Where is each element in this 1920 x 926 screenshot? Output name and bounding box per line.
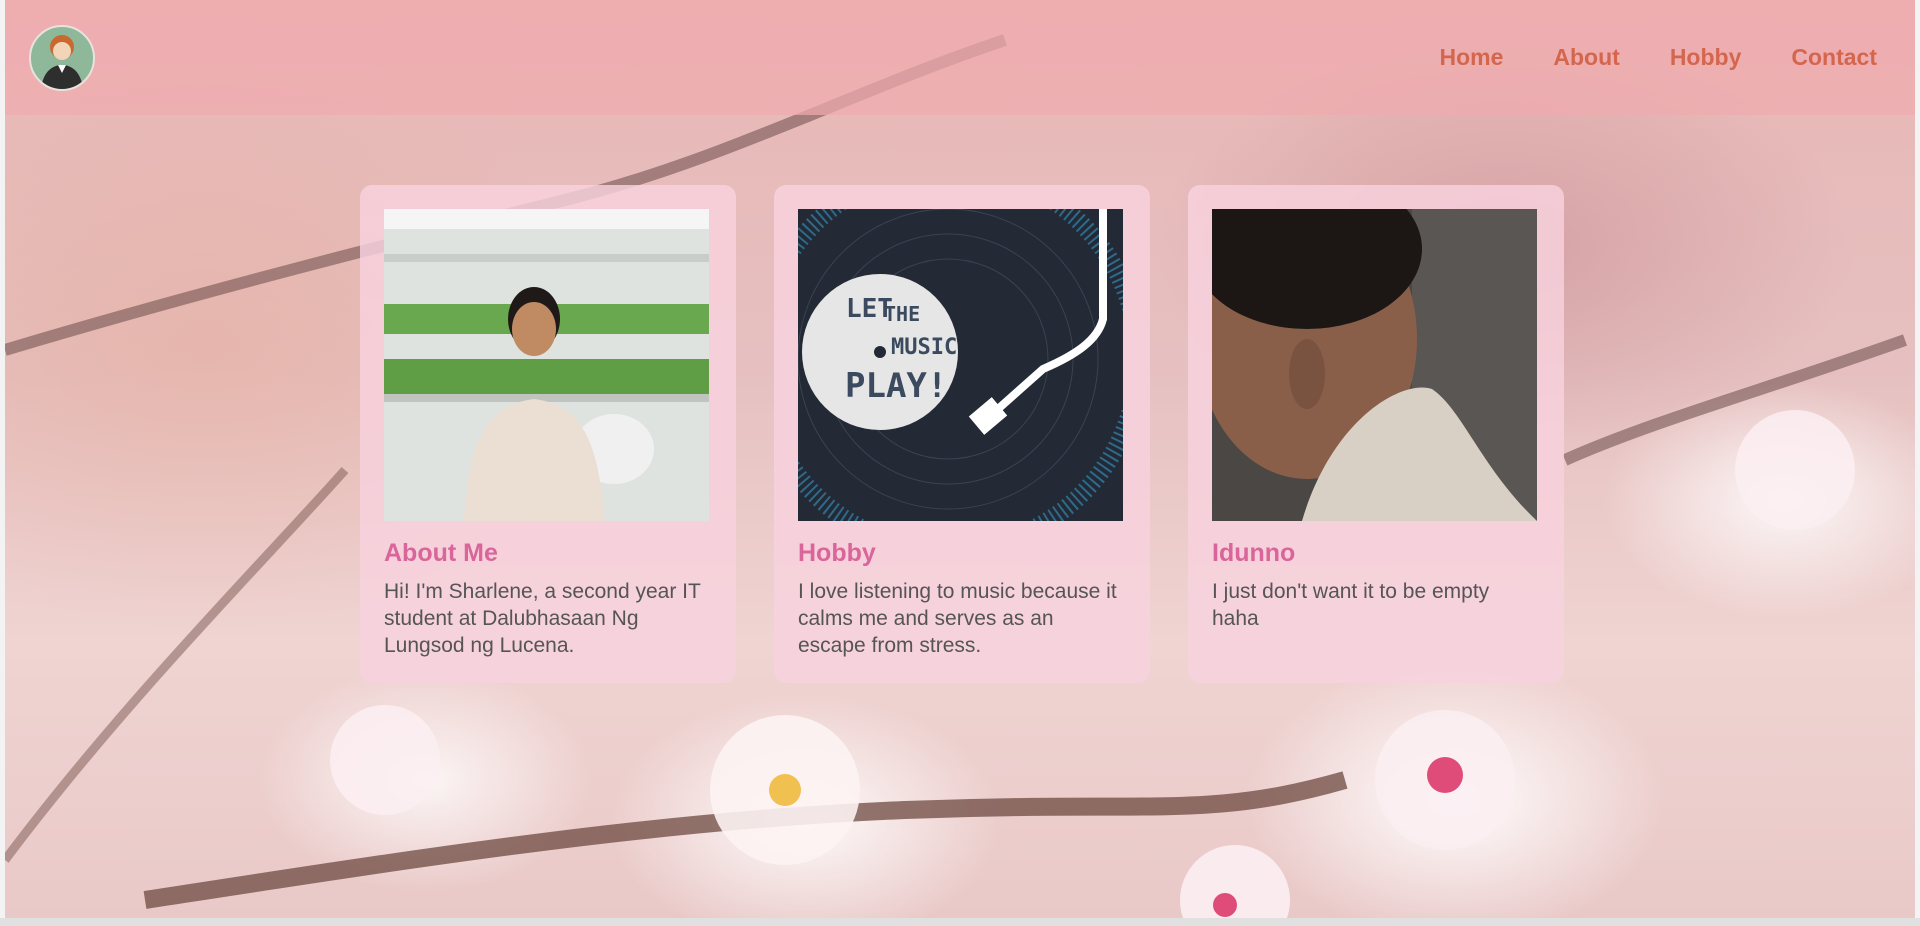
card-grid: About Me Hi! I'm Sharlene, a second year… <box>360 185 1564 683</box>
woman-avatar-icon <box>41 34 83 89</box>
hobby-card-title: Hobby <box>798 539 876 567</box>
nav-contact-link[interactable]: Contact <box>1791 44 1877 71</box>
hobby-card: LET THE MUSIC PLAY! Hobby I love listeni… <box>774 185 1150 683</box>
navbar: Home About Hobby Contact <box>5 0 1915 115</box>
nav-home-link[interactable]: Home <box>1439 44 1503 71</box>
nav-hobby-link[interactable]: Hobby <box>1670 44 1742 71</box>
svg-text:MUSIC: MUSIC <box>891 335 957 360</box>
svg-text:THE: THE <box>884 302 920 326</box>
nav-about-link[interactable]: About <box>1553 44 1619 71</box>
about-card-title: About Me <box>384 539 498 567</box>
about-card: About Me Hi! I'm Sharlene, a second year… <box>360 185 736 683</box>
hobby-image: LET THE MUSIC PLAY! <box>798 209 1123 521</box>
hobby-card-text: I love listening to music because it cal… <box>798 580 1117 657</box>
svg-text:PLAY!: PLAY! <box>845 366 947 406</box>
nav-links: Home About Hobby Contact <box>1439 44 1877 71</box>
about-card-text: Hi! I'm Sharlene, a second year IT stude… <box>384 580 701 657</box>
idunno-card-text: I just don't want it to be empty haha <box>1212 580 1490 630</box>
idunno-card: Idunno I just don't want it to be empty … <box>1188 185 1564 683</box>
idunno-photo <box>1212 209 1537 521</box>
about-photo <box>384 209 709 521</box>
horizontal-scrollbar[interactable] <box>0 918 1920 926</box>
idunno-card-title: Idunno <box>1212 539 1296 567</box>
avatar[interactable] <box>29 24 95 91</box>
page-background: Home About Hobby Contact About Me Hi! I'… <box>5 0 1915 918</box>
